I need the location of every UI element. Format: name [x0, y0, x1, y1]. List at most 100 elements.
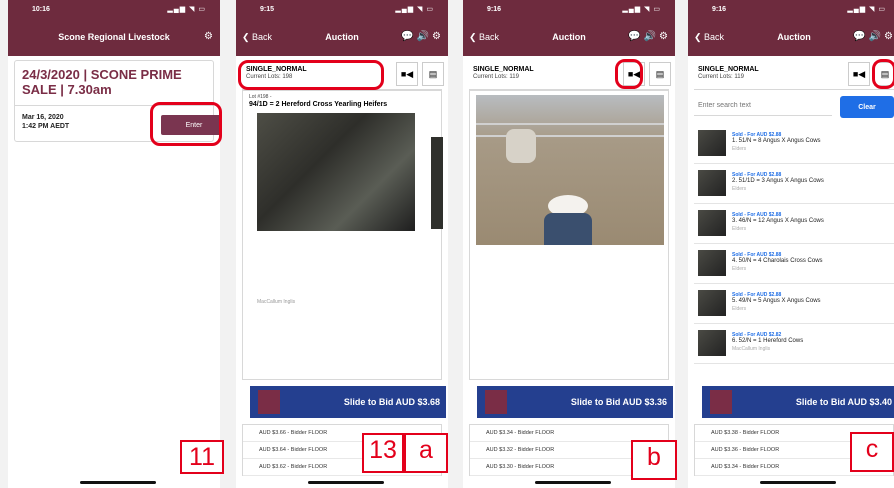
- list-item[interactable]: Sold - For AUD $2.88 3. 46/N = 12 Angus …: [694, 204, 894, 244]
- highlight-ring-enter: [150, 102, 222, 146]
- lot-header: SINGLE_NORMAL Current Lots: 119 ■◀ ▤: [694, 60, 894, 90]
- lot-vendor: MacCallum Inglis: [732, 346, 771, 352]
- lot-thumbnail: [698, 170, 726, 196]
- phone-auction-video: 9:16 ▂▄▆ ◥ ▭ ❮ Back Auction 💬🔊⚙ SINGLE_N…: [463, 0, 675, 488]
- sale-date: Mar 16, 2020 1:42 PM AEDT: [22, 113, 69, 131]
- label-11: 11: [180, 440, 224, 474]
- phone-auction-catalogue: 9:16 ▂▄▆ ◥ ▭ ❮ Back Auction 💬🔊⚙ SINGLE_N…: [688, 0, 894, 488]
- lot-description: 3. 46/N = 12 Angus X Angus Cows: [732, 218, 824, 224]
- live-video[interactable]: [476, 95, 664, 245]
- phone-sale-list: 10:16 ▂▄▆ ◥ ▭ Scone Regional Livestock ⚙…: [8, 0, 220, 488]
- status-time: 9:16: [712, 6, 727, 13]
- lot-description: 1. 51/N = 8 Angus X Angus Cows: [732, 138, 821, 144]
- nav-bar: ❮ Back Auction 💬🔊⚙: [236, 20, 448, 56]
- slide-to-bid[interactable]: Slide to Bid AUD $3.40: [702, 386, 894, 418]
- signal-icon: ▂▄▆ ◥ ▭: [167, 6, 206, 13]
- signal-icon: ▂▄▆ ◥ ▭: [622, 6, 661, 13]
- sale-title: 24/3/2020 | SCONE PRIME SALE | 7.30am: [22, 67, 182, 97]
- nav-bar: Scone Regional Livestock ⚙: [8, 20, 220, 56]
- status-time: 10:16: [32, 6, 50, 13]
- nav-bar: ❮ Back Auction 💬🔊⚙: [688, 20, 894, 56]
- status-time: 9:15: [260, 6, 275, 13]
- slide-label: Slide to Bid AUD $3.36: [570, 397, 667, 407]
- lot-detail-panel: Lot #198 - 94/1D = 2 Hereford Cross Year…: [242, 90, 443, 380]
- lot-count: Current Lots: 119: [473, 74, 519, 80]
- chat-icon[interactable]: 💬: [628, 31, 643, 42]
- camera-icon[interactable]: ■◀: [848, 62, 870, 86]
- settings-icon[interactable]: ⚙: [884, 31, 894, 42]
- list-item[interactable]: Sold - For AUD $2.88 2. 51/1D = 3 Angus …: [694, 164, 894, 204]
- slide-to-bid[interactable]: Slide to Bid AUD $3.68: [250, 386, 446, 418]
- lot-count: Current Lots: 119: [698, 74, 744, 80]
- lot-list[interactable]: Sold - For AUD $2.88 1. 51/N = 8 Angus X…: [694, 124, 894, 380]
- lot-type: SINGLE_NORMAL: [698, 66, 759, 73]
- lot-thumbnail: [698, 250, 726, 276]
- lot-vendor: Elders: [732, 306, 747, 312]
- lot-thumbnail: [698, 210, 726, 236]
- catalogue-icon[interactable]: ▤: [649, 62, 671, 86]
- speaker-icon[interactable]: 🔊: [644, 31, 659, 42]
- lot-number: Lot #198 -: [249, 94, 272, 100]
- chat-icon[interactable]: 💬: [853, 31, 868, 42]
- list-item[interactable]: Sold - For AUD $2.82 6. 52/N = 1 Herefor…: [694, 324, 894, 364]
- lot-vendor: Elders: [732, 266, 747, 272]
- chat-icon[interactable]: 💬: [401, 31, 416, 42]
- list-item[interactable]: Sold - For AUD $2.88 4. 50/N = 4 Charola…: [694, 244, 894, 284]
- clear-button[interactable]: Clear: [840, 96, 894, 118]
- lot-description: 94/1D = 2 Hereford Cross Yearling Heifer…: [249, 101, 388, 108]
- lot-vendor: Elders: [732, 146, 747, 152]
- lot-thumbnail: [698, 130, 726, 156]
- label-c: c: [850, 432, 894, 472]
- status-bar: 9:16 ▂▄▆ ◥ ▭: [463, 0, 675, 20]
- nav-icons[interactable]: 💬🔊⚙: [401, 31, 444, 42]
- list-item[interactable]: Sold - For AUD $2.88 1. 51/N = 8 Angus X…: [694, 124, 894, 164]
- nav-icons[interactable]: 💬🔊⚙: [853, 31, 894, 42]
- lot-thumbnail: [698, 290, 726, 316]
- catalogue-icon[interactable]: ▤: [422, 62, 444, 86]
- nav-title: Scone Regional Livestock: [58, 32, 170, 42]
- highlight-ring-camera: [615, 59, 643, 89]
- lot-description: 5. 49/N = 5 Angus X Angus Cows: [732, 298, 821, 304]
- cattle-figure: [506, 129, 536, 163]
- status-bar: 10:16 ▂▄▆ ◥ ▭: [8, 0, 220, 20]
- signal-icon: ▂▄▆ ◥ ▭: [395, 6, 434, 13]
- nav-icons[interactable]: 💬🔊⚙: [628, 31, 671, 42]
- slide-label: Slide to Bid AUD $3.68: [343, 397, 440, 407]
- slider-knob[interactable]: [710, 390, 732, 414]
- search-row: Clear: [694, 94, 894, 120]
- status-time: 9:16: [487, 6, 502, 13]
- slider-knob[interactable]: [258, 390, 280, 414]
- video-panel: [469, 90, 669, 380]
- lot-thumbnail: [698, 330, 726, 356]
- lot-description: 4. 50/N = 4 Charolais Cross Cows: [732, 258, 823, 264]
- slider-knob[interactable]: [485, 390, 507, 414]
- settings-icon[interactable]: ⚙: [432, 31, 444, 42]
- lot-agent: MacCallum Inglis: [257, 299, 296, 305]
- lot-description: 6. 52/N = 1 Hereford Cows: [732, 338, 804, 344]
- search-input[interactable]: [694, 96, 832, 116]
- lot-type: SINGLE_NORMAL: [473, 66, 534, 73]
- pen-rail: [476, 123, 664, 137]
- lot-photo-next: [431, 137, 443, 229]
- label-13: 13: [362, 433, 404, 473]
- slide-label: Slide to Bid AUD $3.40: [795, 397, 892, 407]
- label-a: a: [404, 433, 448, 473]
- list-item[interactable]: Sold - For AUD $2.88 5. 49/N = 5 Angus X…: [694, 284, 894, 324]
- highlight-ring-catalogue: [872, 59, 894, 89]
- lot-description: 2. 51/1D = 3 Angus X Angus Cows: [732, 178, 824, 184]
- slide-to-bid[interactable]: Slide to Bid AUD $3.36: [477, 386, 673, 418]
- settings-icon[interactable]: ⚙: [659, 31, 671, 42]
- signal-icon: ▂▄▆ ◥ ▭: [847, 6, 886, 13]
- nav-bar: ❮ Back Auction 💬🔊⚙: [463, 20, 675, 56]
- label-b: b: [631, 440, 677, 480]
- camera-icon[interactable]: ■◀: [396, 62, 418, 86]
- speaker-icon[interactable]: 🔊: [869, 31, 884, 42]
- lot-photo: [257, 113, 415, 231]
- status-bar: 9:15 ▂▄▆ ◥ ▭: [236, 0, 448, 20]
- sale-date-line: Mar 16, 2020: [22, 114, 64, 121]
- speaker-icon[interactable]: 🔊: [417, 31, 432, 42]
- status-bar: 9:16 ▂▄▆ ◥ ▭: [688, 0, 894, 20]
- home-indicator: [308, 481, 384, 484]
- settings-icon[interactable]: ⚙: [204, 31, 216, 42]
- home-indicator: [535, 481, 611, 484]
